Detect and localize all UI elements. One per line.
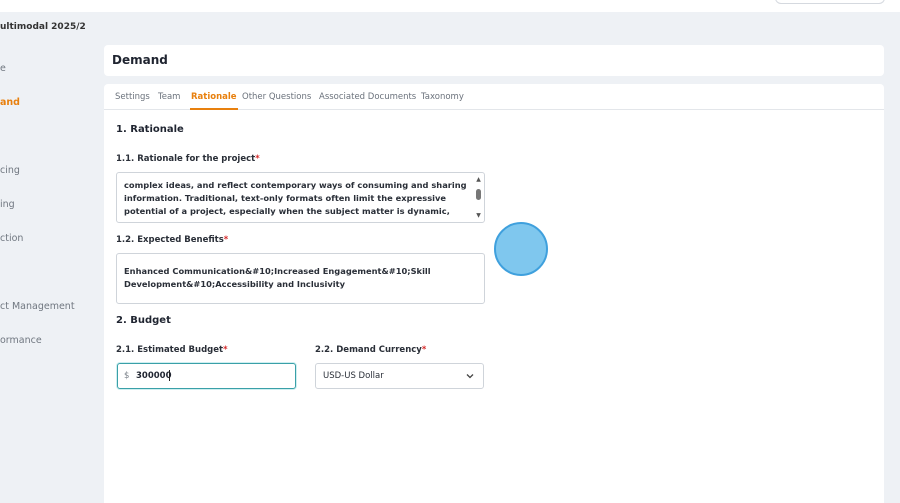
label-rationale-project: 1.1. Rationale for the project* <box>116 154 260 164</box>
label-expected-benefits: 1.2. Expected Benefits* <box>116 235 228 245</box>
pointer-cursor-indicator <box>494 222 548 276</box>
text-caret <box>169 370 170 381</box>
sidebar-item-demand[interactable]: and <box>0 97 20 108</box>
top-bar <box>0 0 900 12</box>
label-text: 2.2. Demand Currency <box>315 345 422 355</box>
label-demand-currency: 2.2. Demand Currency* <box>315 345 426 355</box>
required-marker: * <box>223 345 228 355</box>
tab-associated-documents[interactable]: Associated Documents <box>319 92 416 102</box>
tab-taxonomy[interactable]: Taxonomy <box>421 92 464 102</box>
estimated-budget-value: 300000 <box>136 371 172 381</box>
textarea-scrollbar[interactable]: ▲ ▼ <box>475 177 482 219</box>
scroll-down-icon[interactable]: ▼ <box>475 213 482 219</box>
form-card: Settings Team Rationale Other Questions … <box>104 84 884 503</box>
top-dropdown[interactable] <box>775 0 885 4</box>
sidebar-item-planning[interactable]: ing <box>0 199 15 210</box>
sidebar-title: ultimodal 2025/2 <box>0 22 86 32</box>
required-marker: * <box>255 154 260 164</box>
section-title-budget: 2. Budget <box>116 315 171 326</box>
label-text: 1.2. Expected Benefits <box>116 235 224 245</box>
page-header: Demand <box>104 45 884 76</box>
required-marker: * <box>421 345 427 355</box>
tab-team[interactable]: Team <box>158 92 180 102</box>
rationale-project-text: complex ideas, and reflect contemporary … <box>124 180 467 216</box>
sidebar-item-home[interactable]: e <box>0 63 6 74</box>
sidebar-item-performance[interactable]: ormance <box>0 335 42 346</box>
tab-rationale[interactable]: Rationale <box>191 92 237 102</box>
label-estimated-budget: 2.1. Estimated Budget* <box>116 345 228 355</box>
chevron-down-icon <box>466 374 474 379</box>
scroll-thumb[interactable] <box>476 189 481 200</box>
tab-bar: Settings Team Rationale Other Questions … <box>104 84 884 110</box>
scroll-up-icon[interactable]: ▲ <box>475 177 482 183</box>
sidebar-item-execution[interactable]: ction <box>0 233 23 244</box>
rationale-project-textarea[interactable]: complex ideas, and reflect contemporary … <box>116 172 485 223</box>
demand-currency-select[interactable]: USD-US Dollar <box>315 363 484 389</box>
demand-currency-value: USD-US Dollar <box>323 371 384 381</box>
estimated-budget-input[interactable]: $ 300000 <box>117 363 296 389</box>
required-marker: * <box>223 235 229 245</box>
label-text: 2.1. Estimated Budget <box>116 345 224 355</box>
sidebar-item-project-management[interactable]: ct Management <box>0 301 75 312</box>
tab-settings[interactable]: Settings <box>115 92 150 102</box>
expected-benefits-text: Enhanced Communication&#10;Increased Eng… <box>124 266 431 289</box>
active-tab-indicator <box>190 108 238 110</box>
currency-symbol: $ <box>124 371 130 381</box>
sidebar: ultimodal 2025/2 e and cing ing ction ct… <box>0 12 93 503</box>
expected-benefits-textarea[interactable]: Enhanced Communication&#10;Increased Eng… <box>116 253 485 304</box>
sidebar-item-sourcing[interactable]: cing <box>0 165 20 176</box>
label-text: 1.1. Rationale for the project <box>116 154 256 164</box>
section-title-rationale: 1. Rationale <box>116 124 184 135</box>
tab-other-questions[interactable]: Other Questions <box>242 92 311 102</box>
page-title: Demand <box>112 53 168 67</box>
